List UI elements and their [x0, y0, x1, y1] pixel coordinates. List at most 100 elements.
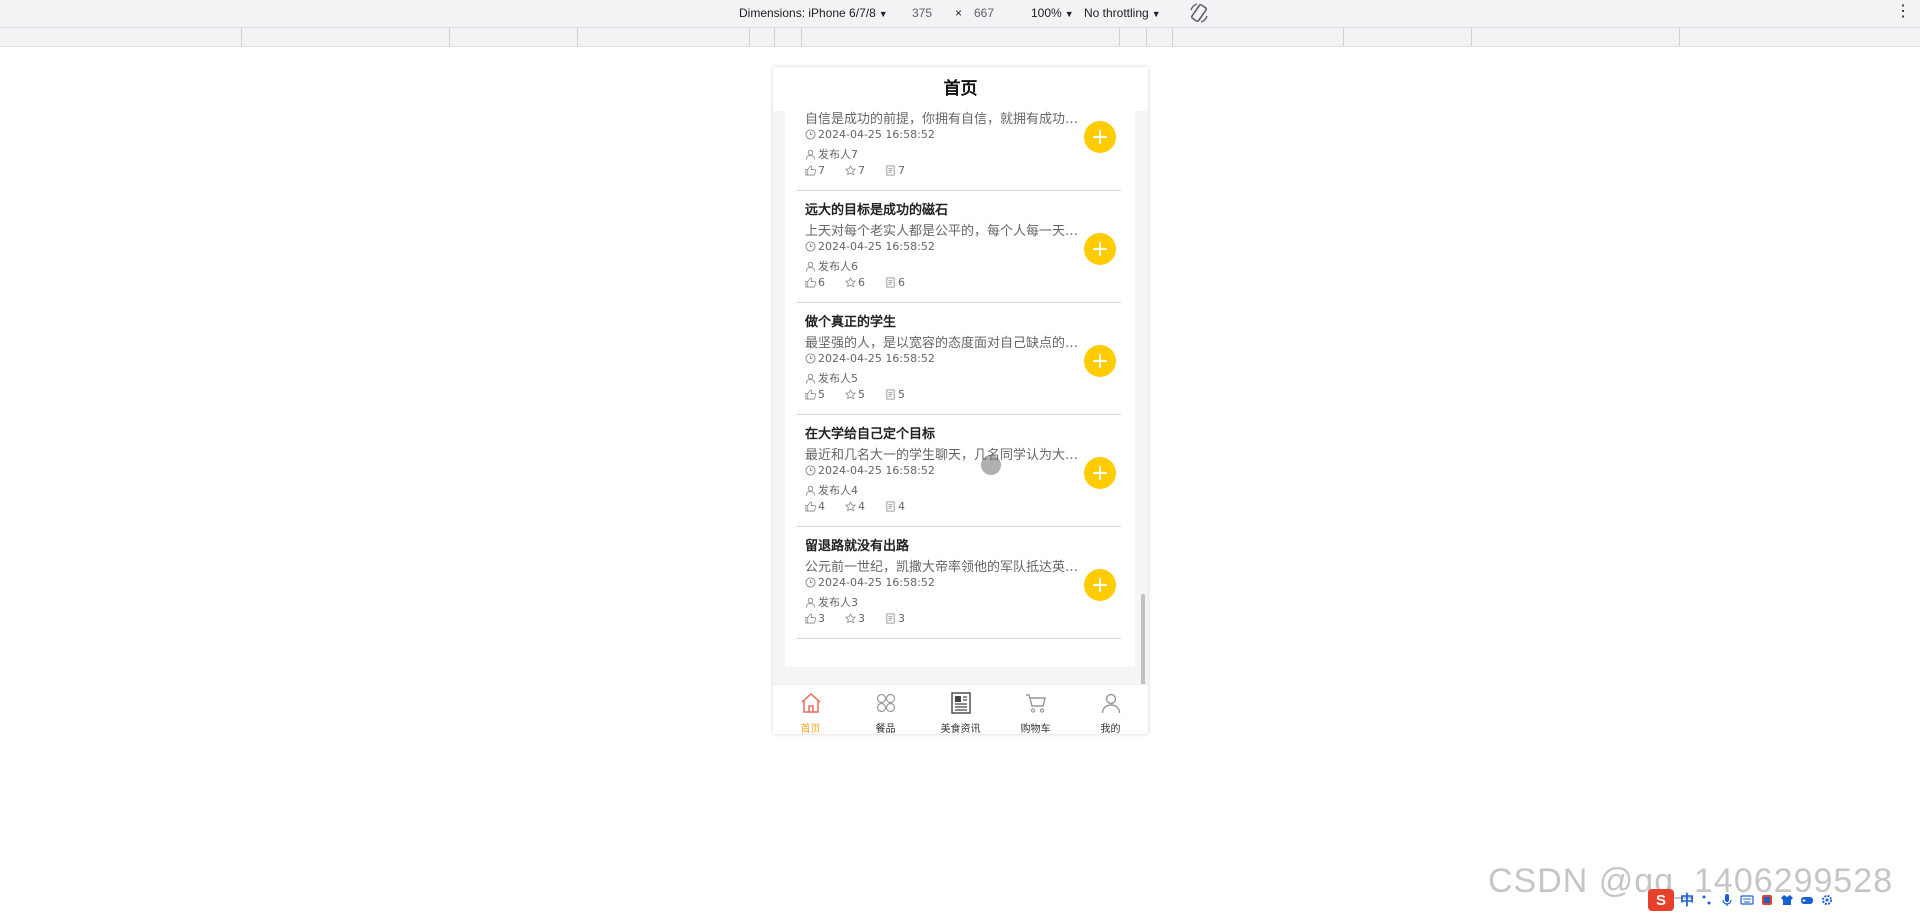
tab-dishes[interactable]: 餐品 — [848, 685, 923, 734]
user-icon — [805, 149, 816, 160]
author-text: 发布人3 — [818, 596, 858, 609]
news-author: 发布人6 — [805, 258, 858, 274]
throttling-select[interactable]: No throttling ▼ — [1084, 6, 1161, 20]
rotate-icon[interactable] — [1188, 2, 1210, 24]
news-list[interactable]: 自信是成功的前提，你拥有自信，就拥有成功的一半。 2024-04-25 16:5… — [785, 111, 1135, 667]
ruler-mark — [577, 28, 578, 46]
list-item[interactable]: 做个真正的学生 最坚强的人，是以宽容的态度面对自己缺点的人。 2024-04-2… — [797, 302, 1121, 415]
list-item[interactable]: 自信是成功的前提，你拥有自信，就拥有成功的一半。 2024-04-25 16:5… — [797, 111, 1121, 191]
favorite-stat[interactable]: 4 — [845, 500, 865, 513]
plus-icon — [1093, 354, 1107, 368]
list-item[interactable]: 在大学给自己定个目标 最近和几名大一的学生聊天，几名同学认为大学生活很迷茫。 2… — [797, 414, 1121, 527]
like-count: 5 — [818, 388, 825, 401]
thumbs-up-icon — [805, 389, 816, 400]
comment-count: 4 — [898, 500, 905, 513]
add-button[interactable] — [1084, 569, 1116, 601]
thumbs-up-icon — [805, 277, 816, 288]
user-icon — [805, 597, 816, 608]
ruler-mark — [1119, 28, 1120, 46]
plus-icon — [1093, 578, 1107, 592]
news-time: 2024-04-25 16:58:52 — [805, 576, 935, 589]
ruler-mark — [749, 28, 750, 46]
bottom-tab-bar: 首页 餐品 美食资讯 购物车 我的 — [773, 684, 1148, 734]
like-stat[interactable]: 6 — [805, 276, 825, 289]
clover-icon — [876, 693, 896, 713]
news-title: 做个真正的学生 — [805, 315, 897, 330]
news-author: 发布人7 — [805, 146, 858, 162]
favorite-count: 3 — [858, 612, 865, 625]
height-input[interactable]: 667 — [974, 6, 994, 20]
add-button[interactable] — [1084, 121, 1116, 153]
add-button[interactable] — [1084, 457, 1116, 489]
tab-food-news[interactable]: 美食资讯 — [923, 685, 998, 734]
gamepad-icon[interactable] — [1800, 893, 1814, 907]
list-item[interactable]: 留退路就没有出路 公元前一世纪，凯撒大帝率领他的军队抵达英格兰。 2024-04… — [797, 526, 1121, 639]
sogou-logo-icon[interactable]: S — [1648, 889, 1674, 911]
like-stat[interactable]: 3 — [805, 612, 825, 625]
punctuation-icon[interactable] — [1700, 893, 1714, 907]
settings-icon[interactable] — [1820, 893, 1834, 907]
zoom-select[interactable]: 100% ▼ — [1031, 6, 1074, 20]
news-title: 留退路就没有出路 — [805, 539, 910, 554]
like-stat[interactable]: 5 — [805, 388, 825, 401]
chevron-down-icon: ▼ — [878, 9, 888, 19]
clock-icon — [805, 353, 816, 364]
comment-stat[interactable]: 5 — [885, 388, 905, 401]
keyboard-icon[interactable] — [1740, 893, 1754, 907]
favorite-stat[interactable]: 5 — [845, 388, 865, 401]
devtools-device-toolbar: Dimensions: iPhone 6/7/8 ▼ 375 × 667 100%… — [0, 0, 1920, 28]
microphone-icon[interactable] — [1720, 893, 1734, 907]
ruler-mark — [1172, 28, 1173, 46]
favorite-stat[interactable]: 7 — [845, 164, 865, 177]
list-item[interactable]: 远大的目标是成功的磁石 上天对每个老实人都是公平的，每个人每一天都拥有同样的时间… — [797, 190, 1121, 303]
comment-stat[interactable]: 6 — [885, 276, 905, 289]
comment-icon — [886, 277, 895, 288]
device-select[interactable]: Dimensions: iPhone 6/7/8 ▼ — [739, 6, 888, 20]
author-text: 发布人7 — [818, 148, 858, 161]
user-icon — [805, 373, 816, 384]
time-text: 2024-04-25 16:58:52 — [818, 576, 935, 589]
add-button[interactable] — [1084, 345, 1116, 377]
user-icon — [805, 261, 816, 272]
favorite-count: 4 — [858, 500, 865, 513]
more-options-icon[interactable]: ⋮ — [1895, 4, 1911, 20]
add-button[interactable] — [1084, 233, 1116, 265]
ruler-mark — [774, 28, 775, 46]
favorite-stat[interactable]: 3 — [845, 612, 865, 625]
thumbs-up-icon — [805, 165, 816, 176]
comment-stat[interactable]: 3 — [885, 612, 905, 625]
comment-stat[interactable]: 7 — [885, 164, 905, 177]
clock-icon — [805, 241, 816, 252]
news-title: 远大的目标是成功的磁石 — [805, 203, 949, 218]
times-sign: × — [955, 6, 963, 20]
ruler-mark — [1471, 28, 1472, 46]
zoom-select-label: 100% — [1031, 6, 1062, 20]
input-language-toggle[interactable]: 中 — [1680, 890, 1694, 910]
author-text: 发布人6 — [818, 260, 858, 273]
star-icon — [845, 165, 856, 176]
star-icon — [845, 277, 856, 288]
like-count: 4 — [818, 500, 825, 513]
like-stat[interactable]: 7 — [805, 164, 825, 177]
ruler-mark — [1343, 28, 1344, 46]
width-input[interactable]: 375 — [912, 6, 932, 20]
favorite-stat[interactable]: 6 — [845, 276, 865, 289]
media-query-ruler — [0, 28, 1920, 47]
news-time: 2024-04-25 16:58:52 — [805, 464, 935, 477]
comment-count: 5 — [898, 388, 905, 401]
comment-stat[interactable]: 4 — [885, 500, 905, 513]
skin-icon[interactable] — [1760, 893, 1774, 907]
shirt-icon[interactable] — [1780, 893, 1794, 907]
favorite-count: 6 — [858, 276, 865, 289]
star-icon — [845, 501, 856, 512]
tab-mine[interactable]: 我的 — [1073, 685, 1148, 734]
ruler-mark — [801, 28, 802, 46]
news-summary: 上天对每个老实人都是公平的，每个人每一天都拥有同样的时间。 — [805, 224, 1085, 239]
tab-cart[interactable]: 购物车 — [998, 685, 1073, 734]
tab-home[interactable]: 首页 — [773, 685, 848, 734]
tab-label: 我的 — [1100, 724, 1121, 734]
like-stat[interactable]: 4 — [805, 500, 825, 513]
news-time: 2024-04-25 16:58:52 — [805, 128, 935, 141]
news-time: 2024-04-25 16:58:52 — [805, 240, 935, 253]
clock-icon — [805, 577, 816, 588]
